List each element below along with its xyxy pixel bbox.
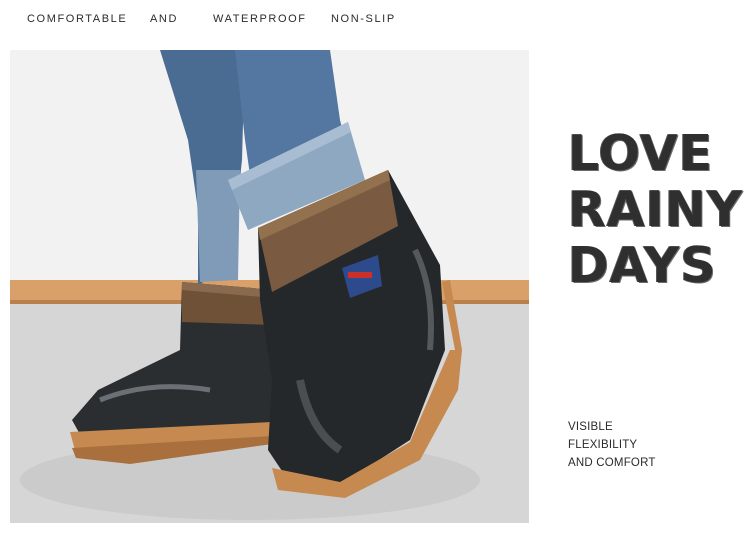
feature-line-and-comfort: AND COMFORT bbox=[568, 457, 656, 469]
tagline-word-comfortable: COMFORTABLE bbox=[27, 13, 128, 25]
feature-line-visible: VISIBLE bbox=[568, 421, 613, 433]
tagline: COMFORTABLE AND WATERPROOF NON-SLIP bbox=[27, 13, 750, 29]
headline: LOVE RAINY DAYS bbox=[568, 125, 744, 294]
tagline-word-waterproof: WATERPROOF bbox=[213, 13, 307, 25]
feature-line-flexibility: FLEXIBILITY bbox=[568, 439, 638, 451]
product-photo bbox=[10, 50, 529, 523]
rain-boots-illustration bbox=[10, 50, 529, 523]
feature-text: VISIBLE FLEXIBILITY AND COMFORT bbox=[568, 418, 656, 472]
tagline-word-non-slip: NON-SLIP bbox=[331, 13, 396, 25]
tagline-word-and: AND bbox=[150, 13, 179, 25]
headline-line-rainy: RAINY bbox=[568, 181, 744, 238]
headline-line-days: DAYS bbox=[568, 237, 717, 294]
headline-line-love: LOVE bbox=[568, 125, 714, 182]
